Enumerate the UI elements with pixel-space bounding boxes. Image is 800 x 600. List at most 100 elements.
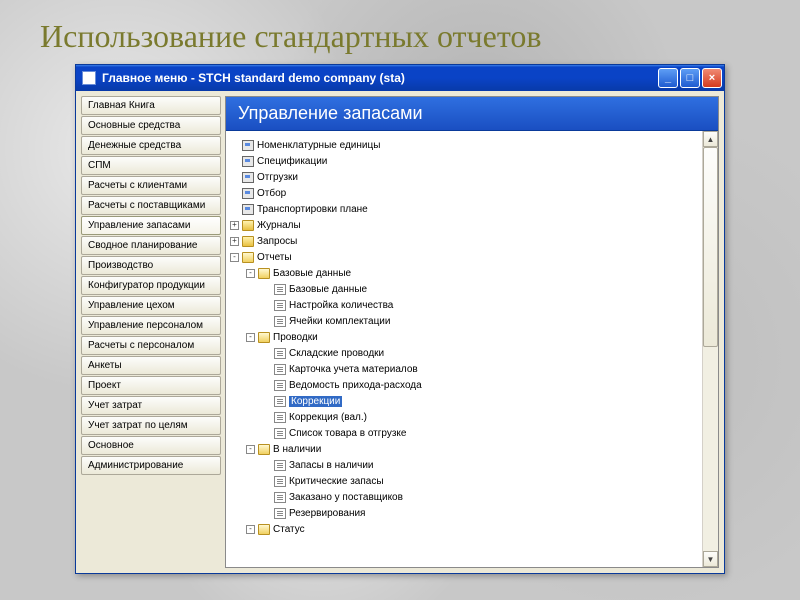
form-icon [242, 140, 254, 151]
doc-icon [274, 428, 286, 439]
tree-node-label: Отбор [257, 188, 286, 199]
tree-node-label: Отчеты [257, 252, 292, 263]
folder-open-icon [258, 524, 270, 535]
tree-node-label: Отгрузки [257, 172, 298, 183]
tree-node[interactable]: Ячейки комплектации [230, 313, 698, 329]
expand-icon[interactable]: + [230, 237, 239, 246]
folder-open-icon [258, 332, 270, 343]
sidebar-item[interactable]: Производство [81, 256, 221, 275]
scroll-thumb[interactable] [703, 147, 718, 347]
tree-node[interactable]: Запасы в наличии [230, 457, 698, 473]
scroll-down-button[interactable]: ▼ [703, 551, 718, 567]
tree-node[interactable]: Номенклатурные единицы [230, 137, 698, 153]
tree-node[interactable]: Спецификации [230, 153, 698, 169]
tree-node[interactable]: Отбор [230, 185, 698, 201]
form-icon [242, 204, 254, 215]
sidebar: Главная КнигаОсновные средстваДенежные с… [81, 96, 221, 568]
collapse-icon[interactable]: - [246, 525, 255, 534]
tree-node-label: Ячейки комплектации [289, 316, 390, 327]
tree-node-label: Базовые данные [289, 284, 367, 295]
tree-node-label: Настройка количества [289, 300, 393, 311]
tree-node[interactable]: + Журналы [230, 217, 698, 233]
sidebar-item[interactable]: Администрирование [81, 456, 221, 475]
tree-node-label: Журналы [257, 220, 301, 231]
doc-icon [274, 492, 286, 503]
sidebar-item[interactable]: Учет затрат по целям [81, 416, 221, 435]
scroll-track[interactable] [703, 147, 718, 551]
tree-node[interactable]: Коррекции [230, 393, 698, 409]
tree-wrap: Номенклатурные единицы Спецификации Отгруз… [226, 131, 718, 567]
folder-open-icon [258, 268, 270, 279]
titlebar[interactable]: Главное меню - STCH standard demo compan… [76, 65, 724, 91]
doc-icon [274, 476, 286, 487]
doc-icon [274, 348, 286, 359]
tree-node-label: Ведомость прихода-расхода [289, 380, 422, 391]
tree-node[interactable]: Резервирования [230, 505, 698, 521]
folder-open-icon [258, 444, 270, 455]
sidebar-item[interactable]: Расчеты с персоналом [81, 336, 221, 355]
tree-node[interactable]: -В наличии [230, 441, 698, 457]
doc-icon [274, 460, 286, 471]
app-icon [82, 71, 96, 85]
app-window: Главное меню - STCH standard demo compan… [75, 64, 725, 574]
tree-node-label: Заказано у поставщиков [289, 492, 403, 503]
tree-node[interactable]: Настройка количества [230, 297, 698, 313]
tree-node-label: Критические запасы [289, 476, 384, 487]
tree-node-label: Номенклатурные единицы [257, 140, 380, 151]
slide-title: Использование стандартных отчетов [0, 0, 800, 55]
tree-node[interactable]: - Отчеты [230, 249, 698, 265]
vertical-scrollbar[interactable]: ▲ ▼ [702, 131, 718, 567]
window-title: Главное меню - STCH standard demo compan… [102, 71, 656, 85]
tree-node[interactable]: +Запросы [230, 233, 698, 249]
tree-node[interactable]: Коррекция (вал.) [230, 409, 698, 425]
doc-icon [274, 316, 286, 327]
tree-node[interactable]: Заказано у поставщиков [230, 489, 698, 505]
sidebar-item[interactable]: Учет затрат [81, 396, 221, 415]
sidebar-item[interactable]: Денежные средства [81, 136, 221, 155]
tree[interactable]: Номенклатурные единицы Спецификации Отгруз… [226, 131, 702, 567]
sidebar-item[interactable]: Сводное планирование [81, 236, 221, 255]
maximize-button[interactable]: □ [680, 68, 700, 88]
sidebar-item[interactable]: СПМ [81, 156, 221, 175]
sidebar-item[interactable]: Главная Книга [81, 96, 221, 115]
sidebar-item[interactable]: Конфигуратор продукции [81, 276, 221, 295]
doc-icon [274, 508, 286, 519]
sidebar-item[interactable]: Основные средства [81, 116, 221, 135]
collapse-icon[interactable]: - [246, 333, 255, 342]
sidebar-item[interactable]: Расчеты с поставщиками [81, 196, 221, 215]
scroll-up-button[interactable]: ▲ [703, 131, 718, 147]
sidebar-item[interactable]: Управление запасами [81, 216, 221, 235]
tree-node[interactable]: -Базовые данные [230, 265, 698, 281]
collapse-icon[interactable]: - [230, 253, 239, 262]
tree-node[interactable]: -Проводки [230, 329, 698, 345]
tree-node[interactable]: Отгрузки [230, 169, 698, 185]
tree-node[interactable]: Транспортировки плане [230, 201, 698, 217]
tree-node[interactable]: Складские проводки [230, 345, 698, 361]
tree-node[interactable]: Ведомость прихода-расхода [230, 377, 698, 393]
sidebar-item[interactable]: Анкеты [81, 356, 221, 375]
tree-node-label: Коррекция (вал.) [289, 412, 367, 423]
expand-icon[interactable]: + [230, 221, 239, 230]
collapse-icon[interactable]: - [246, 269, 255, 278]
sidebar-item[interactable]: Управление цехом [81, 296, 221, 315]
sidebar-item[interactable]: Управление персоналом [81, 316, 221, 335]
sidebar-item[interactable]: Основное [81, 436, 221, 455]
doc-icon [274, 300, 286, 311]
collapse-icon[interactable]: - [246, 445, 255, 454]
tree-node[interactable]: Список товара в отгрузке [230, 425, 698, 441]
sidebar-item[interactable]: Расчеты с клиентами [81, 176, 221, 195]
close-button[interactable]: × [702, 68, 722, 88]
tree-node-label: Резервирования [289, 508, 365, 519]
tree-node[interactable]: Базовые данные [230, 281, 698, 297]
tree-node[interactable]: -Статус [230, 521, 698, 537]
tree-node-label: Список товара в отгрузке [289, 428, 407, 439]
sidebar-item[interactable]: Проект [81, 376, 221, 395]
minimize-button[interactable]: _ [658, 68, 678, 88]
tree-node-label: Карточка учета материалов [289, 364, 418, 375]
tree-node[interactable]: Критические запасы [230, 473, 698, 489]
tree-node-label: Коррекции [289, 396, 342, 407]
doc-icon [274, 364, 286, 375]
content-panel: Управление запасами Номенклатурные едини… [225, 96, 719, 568]
form-icon [242, 188, 254, 199]
tree-node[interactable]: Карточка учета материалов [230, 361, 698, 377]
